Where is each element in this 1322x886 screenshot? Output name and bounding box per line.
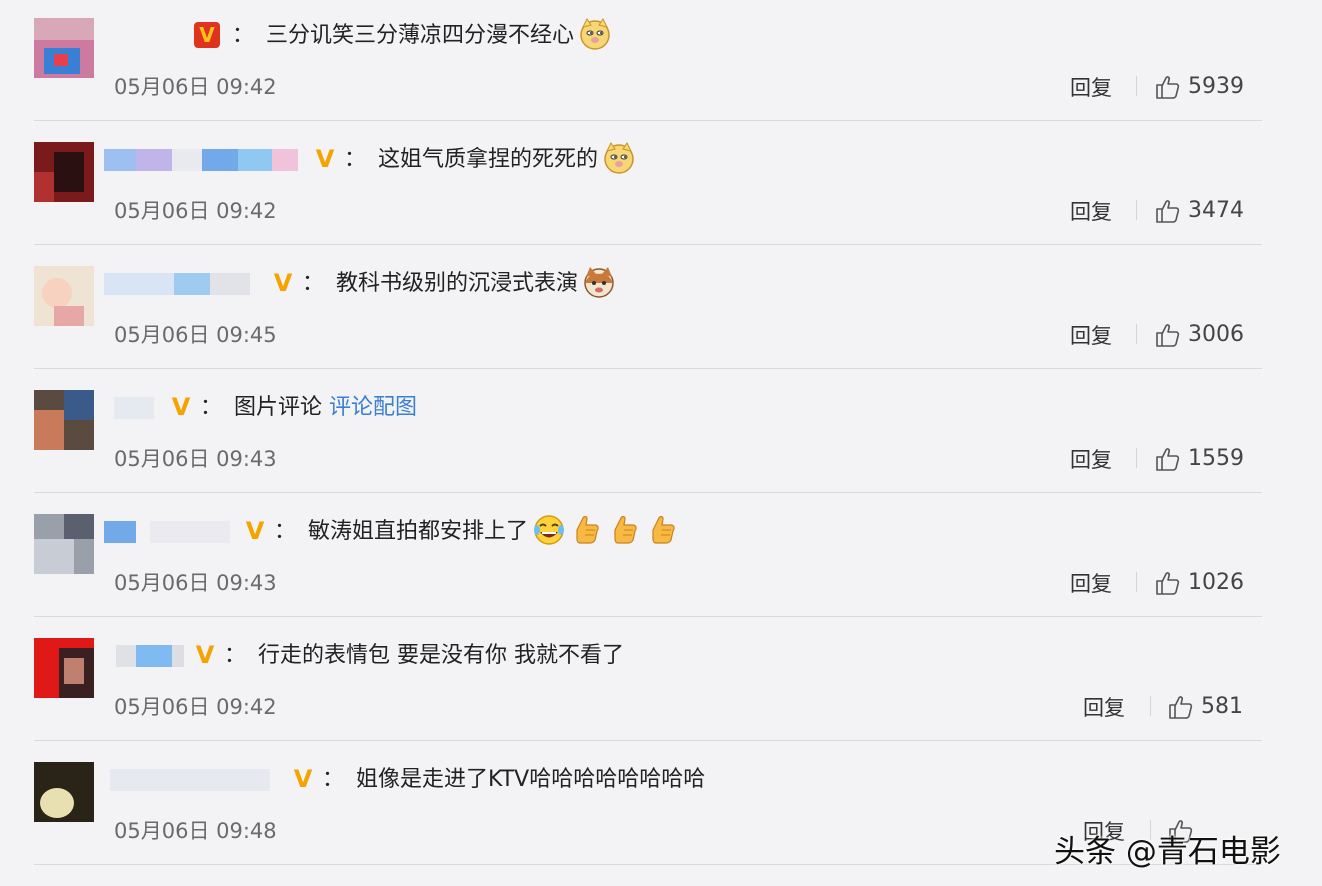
avatar[interactable] [34, 266, 94, 326]
comment-timestamp: 05月06日 09:42 [114, 695, 277, 719]
comment-image-link[interactable]: 评论配图 [329, 395, 417, 420]
avatar[interactable] [34, 18, 94, 78]
reply-button[interactable]: 回复 [1070, 444, 1112, 474]
colon: ： [224, 643, 247, 668]
comment-text: ： 图片评论 评论配图 [196, 393, 417, 423]
comment-timestamp: 05月06日 09:42 [114, 199, 277, 223]
comment-timestamp: 05月06日 09:45 [114, 323, 277, 347]
thumbs-up-emoji-icon [576, 516, 599, 544]
row-divider [34, 492, 1262, 493]
thumbs-up-like-icon[interactable] [1155, 446, 1181, 472]
comment-list: V ： 三分讥笑三分薄凉四分漫不经心 05月06日 09:42 回复 5939 V… [0, 0, 1322, 886]
verified-badge-icon: V [293, 765, 313, 793]
comment-text: ： 这姐气质拿捏的死死的 [340, 142, 636, 175]
comment-timestamp: 05月06日 09:43 [114, 571, 277, 595]
avatar[interactable] [34, 638, 94, 698]
colon: ： [302, 271, 325, 296]
action-separator [1136, 200, 1137, 220]
comment-body: 这姐气质拿捏的死死的 [378, 147, 599, 172]
colon: ： [274, 519, 297, 544]
comment-body: 敏涛姐直拍都安排上了 [308, 519, 529, 544]
doge-emoji-icon [580, 18, 610, 50]
row-divider [34, 244, 1262, 245]
comment-text: ： 三分讥笑三分薄凉四分漫不经心 [228, 18, 612, 51]
avatar[interactable] [34, 514, 94, 574]
like-count: 581 [1201, 694, 1243, 719]
colon: ： [232, 23, 255, 48]
comment-body: 行走的表情包 要是没有你 我就不看了 [258, 643, 625, 668]
action-separator [1136, 76, 1137, 96]
username-blurred[interactable] [104, 397, 154, 419]
colon: ： [200, 395, 223, 420]
thumbs-up-emoji-icon [614, 516, 637, 544]
laugh-cry-emoji-icon [534, 515, 565, 545]
action-separator [1150, 696, 1151, 716]
thumbs-up-like-icon[interactable] [1155, 198, 1181, 224]
verified-badge-icon: V [171, 393, 191, 421]
verified-badge-icon: V [194, 22, 220, 48]
colon: ： [344, 147, 367, 172]
like-count: 3474 [1188, 198, 1244, 223]
action-separator [1136, 448, 1137, 468]
avatar[interactable] [34, 762, 94, 822]
verified-badge-icon: V [245, 517, 265, 545]
comment-timestamp: 05月06日 09:42 [114, 75, 277, 99]
colon: ： [322, 767, 345, 792]
username-blurred[interactable] [104, 149, 304, 171]
row-divider [34, 740, 1262, 741]
comment-body: 姐像是走进了KTV哈哈哈哈哈哈哈哈 [356, 767, 706, 792]
comment-text: ： 敏涛姐直拍都安排上了 [270, 515, 680, 547]
row-divider [34, 368, 1262, 369]
comment-row: V ： 三分讥笑三分薄凉四分漫不经心 05月06日 09:42 回复 5939 [0, 0, 1322, 124]
verified-badge-icon: V [273, 269, 293, 297]
comment-body: 教科书级别的沉浸式表演 [336, 271, 579, 296]
cat-doge-emoji-icon [584, 267, 614, 298]
row-divider [34, 616, 1262, 617]
comment-body: 图片评论 [234, 395, 323, 420]
comment-row: V ： 这姐气质拿捏的死死的 05月06日 09:42 回复 3474 [0, 124, 1322, 248]
verified-badge-icon: V [315, 145, 335, 173]
comment-body: 三分讥笑三分薄凉四分漫不经心 [266, 23, 575, 48]
avatar[interactable] [34, 142, 94, 202]
comment-row: V ： 行走的表情包 要是没有你 我就不看了 05月06日 09:42 回复 58… [0, 620, 1322, 744]
thumbs-up-like-icon[interactable] [1155, 570, 1181, 596]
username-blurred[interactable] [104, 645, 184, 667]
comment-text: ： 姐像是走进了KTV哈哈哈哈哈哈哈哈 [318, 765, 705, 795]
username-blurred[interactable] [104, 273, 264, 295]
comment-timestamp: 05月06日 09:43 [114, 447, 277, 471]
action-separator [1136, 324, 1137, 344]
row-divider [34, 120, 1262, 121]
thumbs-up-like-icon[interactable] [1155, 322, 1181, 348]
reply-button[interactable]: 回复 [1083, 692, 1125, 722]
reply-button[interactable]: 回复 [1070, 568, 1112, 598]
avatar[interactable] [34, 390, 94, 450]
like-count: 1026 [1188, 570, 1244, 595]
doge-emoji-icon [604, 142, 634, 174]
verified-badge-icon: V [195, 641, 215, 669]
watermark: 头条 @青石电影 [1054, 834, 1281, 870]
action-separator [1136, 572, 1137, 592]
thumbs-up-emoji-icon [652, 516, 675, 544]
like-count: 3006 [1188, 322, 1244, 347]
username-blurred[interactable] [104, 769, 284, 791]
comment-row: V ： 图片评论 评论配图 05月06日 09:43 回复 1559 [0, 372, 1322, 496]
reply-button[interactable]: 回复 [1070, 72, 1112, 102]
reply-button[interactable]: 回复 [1070, 196, 1112, 226]
thumbs-up-like-icon[interactable] [1155, 74, 1181, 100]
like-count: 1559 [1188, 446, 1244, 471]
thumbs-up-like-icon[interactable] [1168, 694, 1194, 720]
comment-row: V ： 敏涛姐直拍都安排上了 05月06日 09:43 回复 1026 [0, 496, 1322, 620]
username-blurred[interactable] [104, 521, 234, 543]
like-count: 5939 [1188, 74, 1244, 99]
comment-text: ： 行走的表情包 要是没有你 我就不看了 [220, 641, 624, 671]
comment-row: V ： 教科书级别的沉浸式表演 05月06日 09:45 回复 3006 [0, 248, 1322, 372]
reply-button[interactable]: 回复 [1070, 320, 1112, 350]
comment-timestamp: 05月06日 09:48 [114, 819, 277, 843]
comment-text: ： 教科书级别的沉浸式表演 [298, 267, 616, 299]
